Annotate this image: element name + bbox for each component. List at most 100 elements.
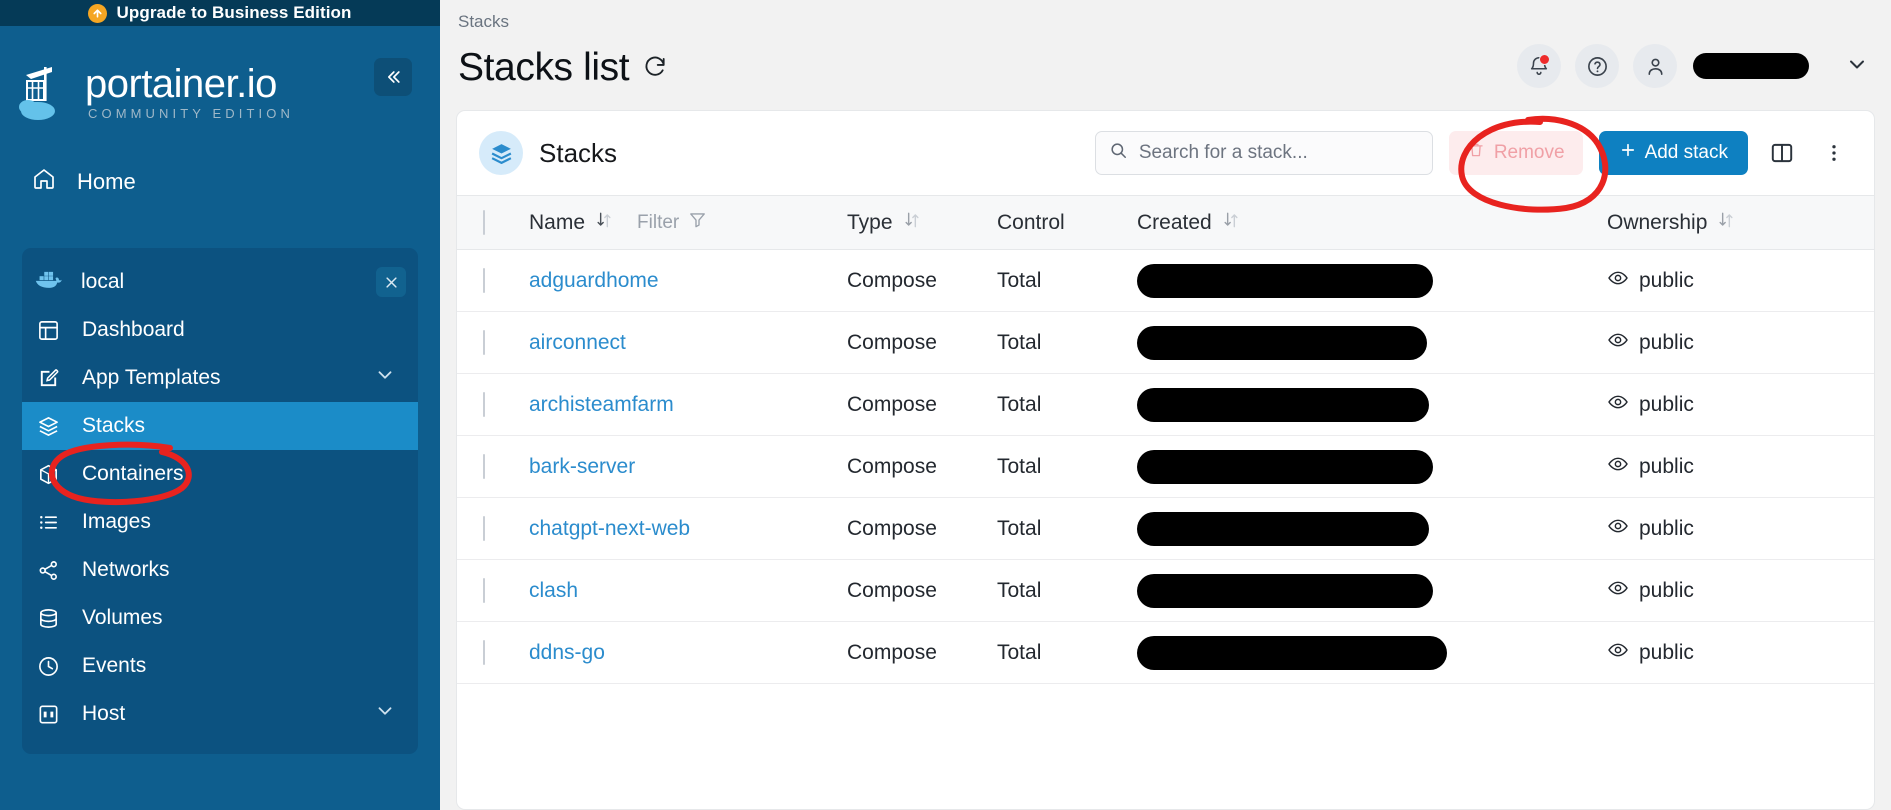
stacks-table: Name Filter Type Control Created Ownersh…	[457, 195, 1874, 684]
user-menu-chevron-down-icon[interactable]	[1845, 52, 1869, 81]
kebab-menu-icon[interactable]	[1816, 142, 1852, 164]
table-row[interactable]: adguardhome Compose Total public	[457, 249, 1874, 312]
close-icon	[385, 276, 397, 288]
stack-name-link[interactable]: ddns-go	[529, 641, 605, 664]
table-row[interactable]: ddns-go Compose Total public	[457, 621, 1874, 684]
breadcrumb[interactable]: Stacks	[440, 0, 1891, 32]
row-select-cell[interactable]	[457, 249, 529, 312]
row-ownership-cell: public	[1607, 311, 1874, 374]
columns-layout-icon[interactable]	[1764, 140, 1800, 166]
column-header-name[interactable]: Name Filter	[529, 195, 847, 250]
brand-subtitle: COMMUNITY EDITION	[88, 105, 294, 121]
chevron-down-icon[interactable]	[374, 364, 396, 392]
sidebar-item-home[interactable]: Home	[0, 158, 440, 206]
sidebar-collapse-button[interactable]	[374, 58, 412, 96]
sidebar-item-dashboard[interactable]: Dashboard	[22, 306, 418, 354]
add-stack-button[interactable]: Add stack	[1598, 131, 1748, 175]
stack-name-link[interactable]: bark-server	[529, 455, 635, 478]
row-checkbox[interactable]	[483, 267, 485, 293]
sort-icon[interactable]	[1221, 210, 1241, 236]
remove-button[interactable]: Remove	[1448, 131, 1583, 175]
row-created-cell	[1137, 559, 1607, 622]
sidebar-item-app-templates[interactable]: App Templates	[22, 354, 418, 402]
row-checkbox[interactable]	[483, 391, 485, 417]
table-row[interactable]: clash Compose Total public	[457, 559, 1874, 622]
row-checkbox[interactable]	[483, 329, 485, 355]
row-checkbox[interactable]	[483, 639, 485, 665]
sidebar-item-images-label: Images	[82, 510, 151, 533]
sidebar-item-events[interactable]: Events	[22, 642, 418, 690]
help-button[interactable]	[1575, 44, 1619, 88]
column-header-type[interactable]: Type	[847, 195, 997, 250]
row-checkbox[interactable]	[483, 577, 485, 603]
row-created-cell	[1137, 373, 1607, 436]
row-select-cell[interactable]	[457, 373, 529, 436]
row-select-cell[interactable]	[457, 311, 529, 374]
sidebar-item-stacks[interactable]: Stacks	[22, 402, 418, 450]
stack-control: Total	[997, 578, 1042, 602]
column-header-created[interactable]: Created	[1137, 195, 1607, 250]
stack-name-link[interactable]: archisteamfarm	[529, 393, 674, 416]
created-redacted	[1137, 449, 1433, 484]
chevron-down-icon[interactable]	[374, 700, 396, 728]
row-select-cell[interactable]	[457, 559, 529, 622]
refresh-icon[interactable]	[642, 53, 668, 84]
row-select-cell[interactable]	[457, 497, 529, 560]
sidebar-item-volumes[interactable]: Volumes	[22, 594, 418, 642]
ownership-label: public	[1639, 392, 1694, 416]
table-header: Name Filter Type Control Created Ownersh…	[457, 195, 1874, 250]
row-checkbox[interactable]	[483, 453, 485, 479]
stack-type: Compose	[847, 640, 937, 664]
sort-icon[interactable]	[594, 210, 614, 236]
stack-name-link[interactable]: airconnect	[529, 331, 626, 354]
select-all-checkbox[interactable]	[483, 209, 485, 235]
box-icon	[34, 463, 62, 486]
row-created-cell	[1137, 249, 1607, 312]
table-row[interactable]: chatgpt-next-web Compose Total public	[457, 497, 1874, 560]
column-filter-label[interactable]: Filter	[637, 212, 679, 234]
created-redacted	[1137, 325, 1427, 360]
sidebar-item-containers[interactable]: Containers	[22, 450, 418, 498]
row-name-cell: airconnect	[529, 311, 847, 374]
main-content: Stacks Stacks list Stacks Search for a s…	[440, 0, 1891, 810]
sort-icon[interactable]	[1716, 210, 1736, 236]
created-redacted	[1137, 635, 1447, 670]
search-input[interactable]	[1138, 142, 1419, 164]
ownership-label: public	[1639, 454, 1694, 478]
page-title: Stacks list	[458, 46, 630, 89]
sidebar-item-host[interactable]: Host	[22, 690, 418, 738]
row-checkbox[interactable]	[483, 515, 485, 541]
notifications-button[interactable]	[1517, 44, 1561, 88]
row-select-cell[interactable]	[457, 621, 529, 684]
database-icon	[34, 607, 62, 630]
table-body: adguardhome Compose Total public airconnect C…	[457, 249, 1874, 684]
avatar[interactable]	[1633, 44, 1677, 88]
stack-name-link[interactable]: clash	[529, 579, 578, 602]
funnel-icon[interactable]	[688, 210, 707, 235]
row-name-cell: adguardhome	[529, 249, 847, 312]
list-icon	[34, 511, 62, 534]
card-title: Stacks	[539, 137, 618, 168]
ownership-label: public	[1639, 268, 1694, 292]
sort-icon[interactable]	[902, 210, 922, 236]
table-row[interactable]: airconnect Compose Total public	[457, 311, 1874, 374]
stack-type: Compose	[847, 516, 937, 540]
column-header-control[interactable]: Control	[997, 195, 1137, 250]
row-select-cell[interactable]	[457, 435, 529, 498]
stack-name-link[interactable]: adguardhome	[529, 269, 659, 292]
sidebar-item-images[interactable]: Images	[22, 498, 418, 546]
table-row[interactable]: archisteamfarm Compose Total public	[457, 373, 1874, 436]
stack-name-link[interactable]: chatgpt-next-web	[529, 517, 690, 540]
row-type-cell: Compose	[847, 621, 997, 684]
select-all-header[interactable]	[457, 195, 529, 250]
search-box[interactable]	[1094, 131, 1433, 175]
environment-header[interactable]: local	[22, 258, 418, 306]
column-header-ownership[interactable]: Ownership	[1607, 195, 1874, 250]
table-row[interactable]: bark-server Compose Total public	[457, 435, 1874, 498]
upgrade-banner[interactable]: Upgrade to Business Edition	[0, 0, 440, 26]
trash-icon	[1467, 141, 1485, 165]
sidebar-item-networks[interactable]: Networks	[22, 546, 418, 594]
environment-label: local	[81, 270, 125, 293]
brand-logo[interactable]: portainer.io COMMUNITY EDITION	[0, 26, 440, 130]
environment-close-button[interactable]	[376, 267, 406, 297]
